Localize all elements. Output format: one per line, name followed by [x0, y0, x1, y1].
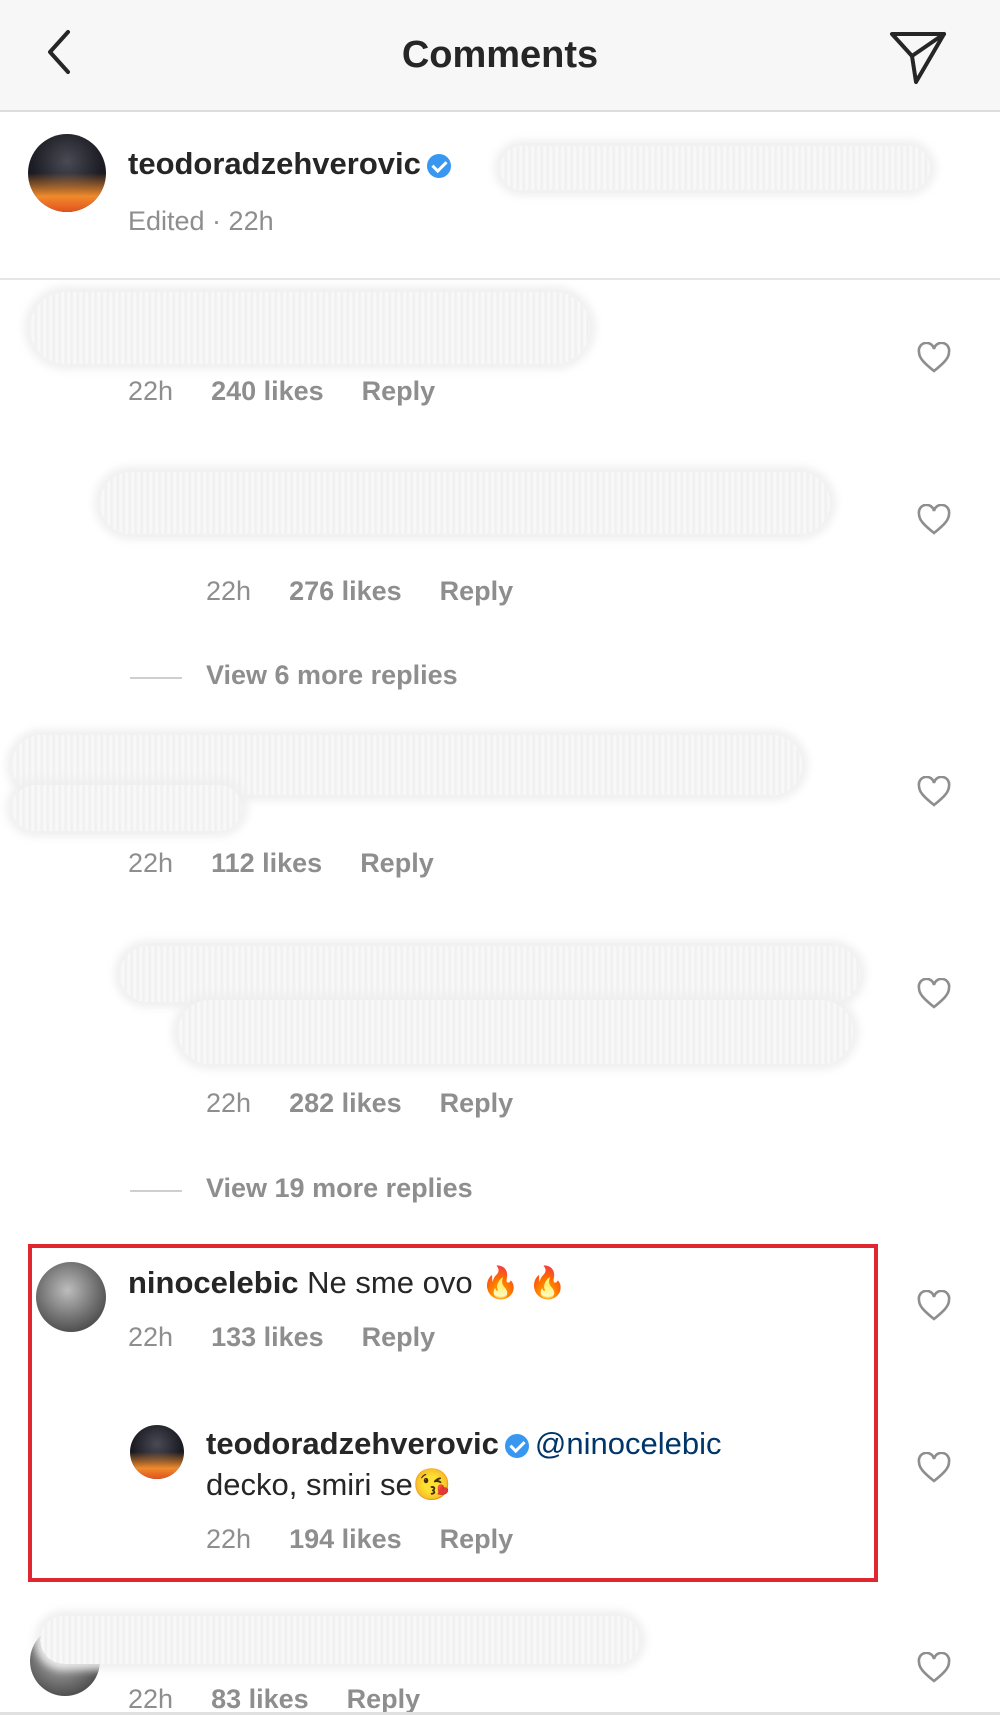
reply-button[interactable]: Reply — [440, 576, 514, 606]
comment-body: Ne sme ovo — [307, 1265, 473, 1300]
avatar[interactable] — [28, 134, 106, 212]
redacted-comment — [40, 1616, 640, 1664]
redacted-comment — [12, 785, 242, 831]
redacted-comment — [100, 472, 830, 534]
likes-count[interactable]: 83 likes — [211, 1684, 309, 1714]
reply-button[interactable]: Reply — [362, 376, 436, 406]
view-more-divider — [130, 1190, 182, 1192]
likes-count[interactable]: 112 likes — [211, 848, 322, 878]
heart-icon[interactable] — [917, 504, 951, 536]
view-more-divider — [130, 677, 182, 679]
comment-time: 22h — [206, 1088, 252, 1118]
heart-icon[interactable] — [917, 1452, 951, 1484]
caption-header: teodoradzehverovic — [128, 146, 457, 182]
reply-button[interactable]: Reply — [347, 1684, 421, 1714]
redacted-comment — [178, 1000, 853, 1064]
redacted-comment — [120, 946, 860, 1002]
likes-count[interactable]: 240 likes — [211, 376, 324, 406]
comment-meta: 22h 133 likes Reply — [128, 1322, 473, 1353]
comment-text: teodoradzehverovic @ninocelebic — [206, 1426, 721, 1462]
fire-emoji: 🔥 🔥 — [481, 1265, 568, 1300]
likes-count[interactable]: 276 likes — [289, 576, 402, 606]
comment-meta: 22h 83 likes Reply — [128, 1684, 458, 1715]
comment-meta: 22h 112 likes Reply — [128, 848, 472, 879]
likes-count[interactable]: 133 likes — [211, 1322, 324, 1352]
view-more-replies-link[interactable]: View 6 more replies — [206, 660, 458, 691]
comment-body: decko, smiri se — [206, 1467, 413, 1502]
heart-icon[interactable] — [917, 342, 951, 374]
comment-meta: 22h 240 likes Reply — [128, 376, 473, 407]
comment-time: 22h — [128, 848, 174, 878]
page-title: Comments — [401, 34, 599, 76]
caption-username[interactable]: teodoradzehverovic — [128, 146, 421, 181]
heart-icon[interactable] — [917, 776, 951, 808]
post-caption: teodoradzehverovic Edited · 22h — [0, 112, 1000, 280]
heart-icon[interactable] — [917, 978, 951, 1010]
avatar[interactable] — [130, 1425, 184, 1479]
view-more-replies-link[interactable]: View 19 more replies — [206, 1173, 473, 1204]
heart-icon[interactable] — [917, 1290, 951, 1322]
comment-username[interactable]: ninocelebic — [128, 1265, 299, 1300]
comment-meta: 22h 282 likes Reply — [206, 1088, 551, 1119]
likes-count[interactable]: 194 likes — [289, 1524, 402, 1554]
reply-button[interactable]: Reply — [360, 848, 434, 878]
comment-meta: 22h 276 likes Reply — [206, 576, 551, 607]
comment-username[interactable]: teodoradzehverovic — [206, 1426, 499, 1461]
comment-time: 22h — [128, 1322, 174, 1352]
redacted-text — [500, 146, 930, 190]
verified-badge-icon — [504, 1433, 529, 1458]
avatar[interactable] — [36, 1262, 106, 1332]
comment-time: 22h — [128, 1684, 174, 1714]
comment-time: 22h — [206, 1524, 252, 1554]
mention-link[interactable]: @ninocelebic — [535, 1426, 722, 1461]
comment-text: decko, smiri se😘 — [206, 1466, 451, 1503]
top-nav-bar: Comments — [0, 0, 1000, 112]
verified-badge-icon — [426, 153, 451, 178]
reply-button[interactable]: Reply — [362, 1322, 436, 1352]
comment-time: 22h — [128, 376, 174, 406]
reply-button[interactable]: Reply — [440, 1088, 514, 1118]
likes-count[interactable]: 282 likes — [289, 1088, 402, 1118]
bottom-divider — [0, 1712, 1000, 1715]
reply-button[interactable]: Reply — [440, 1524, 514, 1554]
comment-time: 22h — [206, 576, 252, 606]
comment-text: ninocelebic Ne sme ovo 🔥 🔥 — [128, 1264, 567, 1301]
comment-meta: 22h 194 likes Reply — [206, 1524, 551, 1555]
redacted-comment — [30, 292, 590, 364]
kiss-emoji: 😘 — [412, 1467, 452, 1502]
heart-icon[interactable] — [917, 1652, 951, 1684]
direct-share-icon[interactable] — [886, 24, 950, 88]
caption-meta: Edited · 22h — [128, 206, 274, 236]
